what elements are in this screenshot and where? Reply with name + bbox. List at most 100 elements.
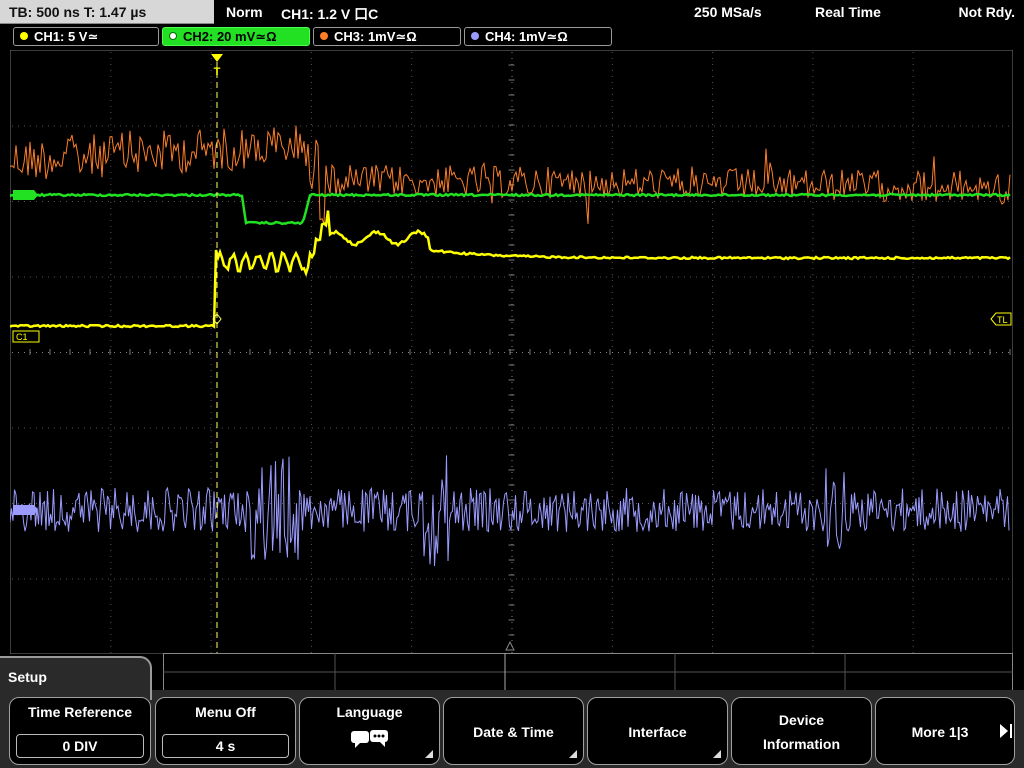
grid-dot xyxy=(110,64,112,65)
grid-dot xyxy=(990,201,991,202)
grid-dot xyxy=(310,280,312,281)
grid-dot xyxy=(222,427,223,429)
ch1-label: CH1: 5 V≃ xyxy=(34,29,99,44)
date-time-button[interactable]: Date & Time xyxy=(443,697,584,765)
grid-dot xyxy=(228,201,229,202)
trigger-level-marker[interactable]: TL xyxy=(990,312,1012,326)
grid-dot xyxy=(960,276,961,278)
grid-dot xyxy=(712,262,714,263)
grid-dot xyxy=(511,442,513,443)
menu-off-button[interactable]: Menu Off 4 s xyxy=(155,697,296,765)
grid-dot xyxy=(912,442,914,443)
ch1-reference-marker[interactable]: C1 xyxy=(12,330,40,343)
grid-dot xyxy=(774,352,775,353)
grid-dot xyxy=(498,276,499,278)
grid-dot xyxy=(411,94,413,95)
grid-dot xyxy=(384,427,385,429)
time-reference-value: 0 DIV xyxy=(16,734,144,758)
grid-dot xyxy=(594,276,595,278)
grid-dot xyxy=(486,201,487,202)
grid-dot xyxy=(912,262,914,263)
grid-dot xyxy=(812,304,814,305)
grid-dot xyxy=(812,478,814,479)
grid-dot xyxy=(310,496,312,497)
grid-dot xyxy=(411,112,413,113)
channel-tab-ch3[interactable]: CH3: 1mV≃Ω xyxy=(313,27,461,46)
grid-dot xyxy=(660,125,661,127)
ch4-reference-marker[interactable] xyxy=(13,505,38,515)
grid-dot xyxy=(110,376,112,377)
grid-dot xyxy=(411,538,413,539)
grid-dot xyxy=(712,430,714,431)
grid-dot xyxy=(768,276,769,278)
grid-dot xyxy=(912,154,914,155)
grid-dot xyxy=(654,201,655,202)
grid-dot xyxy=(966,276,967,278)
grid-dot xyxy=(511,118,513,119)
grid-dot xyxy=(780,427,781,429)
interface-button[interactable]: Interface xyxy=(587,697,728,765)
grid-dot xyxy=(636,352,637,353)
grid-dot xyxy=(126,276,127,278)
grid-dot xyxy=(812,124,814,125)
grid-dot xyxy=(110,604,112,605)
language-button[interactable]: Language xyxy=(299,697,440,765)
grid-dot xyxy=(192,578,193,580)
grid-dot xyxy=(336,578,337,580)
more-button[interactable]: More 1|3 xyxy=(875,697,1015,765)
grid-dot xyxy=(594,578,595,580)
grid-dot xyxy=(210,634,212,635)
grid-dot xyxy=(846,125,847,127)
acquisition-mode[interactable]: Real Time xyxy=(815,4,881,20)
grid-dot xyxy=(594,125,595,127)
grid-dot xyxy=(600,578,601,580)
grid-dot xyxy=(611,82,613,83)
grid-dot xyxy=(611,274,613,275)
grid-dot xyxy=(812,562,814,563)
grid-dot xyxy=(411,616,413,617)
grid-dot xyxy=(222,201,223,202)
channel-tab-ch2[interactable]: CH2: 20 mV≃Ω xyxy=(162,27,310,46)
grid-dot xyxy=(18,578,19,580)
device-information-button[interactable]: Device Information xyxy=(731,697,872,765)
grid-dot xyxy=(684,276,685,278)
channel-tab-ch1[interactable]: CH1: 5 V≃ xyxy=(13,27,159,46)
grid-dot xyxy=(636,578,637,580)
trigger-setting[interactable]: CH1: 1.2 V ⼝C xyxy=(281,4,378,24)
grid-dot xyxy=(666,427,667,429)
grid-dot xyxy=(228,578,229,580)
waveform-display[interactable]: T C1 TL xyxy=(10,50,1013,654)
grid-dot xyxy=(110,208,112,209)
time-reference-button[interactable]: Time Reference 0 DIV xyxy=(9,697,151,765)
channel-tab-ch4[interactable]: CH4: 1mV≃Ω xyxy=(464,27,612,46)
grid-dot xyxy=(894,352,895,353)
grid-dot xyxy=(522,125,523,127)
grid-dot xyxy=(812,424,814,425)
overview-strip[interactable] xyxy=(163,653,1013,691)
grid-dot xyxy=(210,578,211,580)
grid-dot xyxy=(611,106,613,107)
grid-dot xyxy=(486,427,487,429)
grid-dot xyxy=(912,628,914,629)
grid-dot xyxy=(246,276,247,278)
grid-dot xyxy=(978,352,979,353)
grid-dot xyxy=(712,166,714,167)
grid-dot xyxy=(630,201,631,202)
grid-dot xyxy=(348,427,349,429)
grid-dot xyxy=(78,503,79,504)
grid-dot xyxy=(108,578,109,580)
grid-dot xyxy=(168,201,169,202)
grid-dot xyxy=(990,427,991,429)
timebase-readout[interactable]: TB: 500 ns T: 1.47 µs xyxy=(9,4,146,20)
grid-dot xyxy=(666,125,667,127)
grid-dot xyxy=(712,646,714,647)
ch2-reference-marker[interactable] xyxy=(13,190,38,200)
grid-dot xyxy=(132,276,133,278)
grid-dot xyxy=(252,427,253,429)
grid-dot xyxy=(846,578,847,580)
grid-dot xyxy=(812,472,814,473)
grid-dot xyxy=(511,616,513,617)
trigger-mode[interactable]: Norm xyxy=(226,4,263,20)
grid-dot xyxy=(234,427,235,429)
grid-dot xyxy=(712,190,714,191)
